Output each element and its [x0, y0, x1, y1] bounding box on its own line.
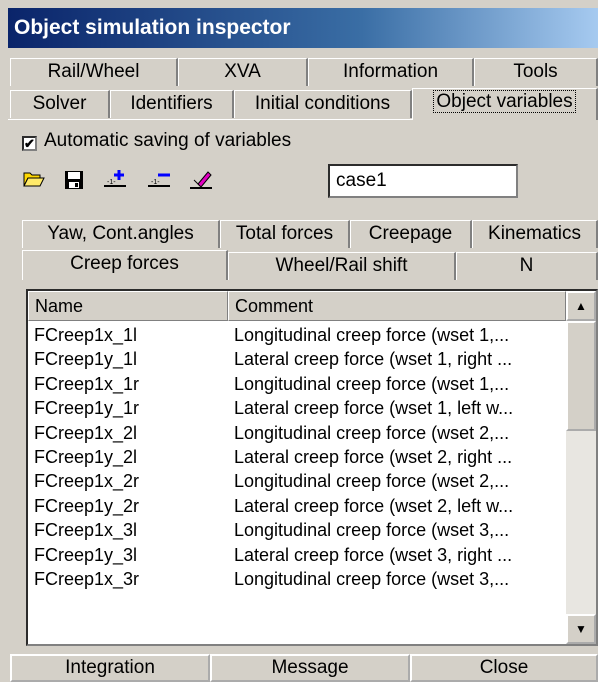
tab-solver[interactable]: Solver	[10, 90, 110, 118]
tab-label: Creep forces	[70, 253, 179, 274]
tab-label: Creepage	[368, 223, 453, 244]
tab-information[interactable]: Information	[308, 58, 474, 86]
autosave-label: Automatic saving of variables	[44, 130, 292, 151]
cell-comment: Longitudinal creep force (wset 2,...	[234, 422, 510, 443]
add-variable-icon[interactable]: -1-	[104, 168, 128, 192]
tab-initial-conditions[interactable]: Initial conditions	[234, 90, 412, 118]
tab-label: Kinematics	[488, 223, 581, 244]
cell-comment: Lateral creep force (wset 1, left w...	[234, 398, 514, 419]
case-name-input[interactable]: case1	[328, 164, 518, 198]
integration-button[interactable]: Integration	[10, 654, 210, 682]
tab-label: Information	[342, 61, 439, 82]
save-icon[interactable]	[62, 170, 86, 194]
scroll-up-button[interactable]: ▲	[566, 291, 596, 321]
subtab-total-forces[interactable]: Total forces	[220, 220, 350, 248]
tab-label: Object variables	[433, 90, 576, 113]
tab-label: Yaw, Cont.angles	[47, 223, 194, 244]
autosave-checkbox[interactable]: ✔	[22, 136, 37, 151]
tab-tools[interactable]: Tools	[474, 58, 598, 86]
tab-label: Solver	[32, 93, 87, 114]
cell-comment: Longitudinal creep force (wset 3,...	[234, 569, 510, 589]
subtab-creepage[interactable]: Creepage	[350, 220, 472, 248]
cell-name: FCreep1y_1r	[34, 398, 140, 419]
close-button[interactable]: Close	[410, 654, 598, 682]
cell-name: FCreep1x_2r	[34, 471, 140, 492]
subtab-kinematics[interactable]: Kinematics	[472, 220, 598, 248]
vertical-scrollbar[interactable]: ▲ ▼	[566, 291, 596, 644]
inspector-window: Object simulation inspector Rail/Wheel X…	[8, 8, 598, 682]
variables-list[interactable]: Name Comment FCreep1x_1l Longitudinal cre…	[26, 289, 598, 646]
message-button[interactable]: Message	[210, 654, 410, 682]
tab-label: N	[519, 255, 534, 276]
column-header-name[interactable]: Name	[28, 291, 228, 321]
window-title: Object simulation inspector	[8, 8, 598, 48]
cell-comment: Lateral creep force (wset 2, right ...	[234, 447, 513, 467]
cell-name: FCreep1y_1l	[34, 349, 138, 370]
cell-name: FCreep1y_2r	[34, 495, 140, 516]
subtab-n[interactable]: N	[456, 252, 598, 280]
cell-comment: Lateral creep force (wset 2, left w...	[234, 495, 514, 516]
scroll-thumb[interactable]	[566, 321, 596, 431]
tab-xva[interactable]: XVA	[178, 58, 308, 86]
tab-label: Wheel/Rail shift	[275, 255, 408, 276]
subtab-creep-forces[interactable]: Creep forces	[22, 250, 228, 280]
scroll-down-button[interactable]: ▼	[566, 614, 596, 644]
tab-rail-wheel[interactable]: Rail/Wheel	[10, 58, 178, 86]
subtab-wheel-rail-shift[interactable]: Wheel/Rail shift	[228, 252, 456, 280]
cell-comment: Longitudinal creep force (wset 1,...	[234, 325, 510, 345]
tab-label: Rail/Wheel	[47, 61, 140, 82]
tab-label: Total forces	[235, 223, 334, 244]
cell-name: FCreep1x_1l	[34, 325, 138, 345]
cell-name: FCreep1x_3l	[34, 520, 138, 541]
cell-comment: Longitudinal creep force (wset 2,...	[234, 471, 510, 492]
cell-comment: Lateral creep force (wset 1, right ...	[234, 349, 513, 370]
edit-variable-icon[interactable]	[190, 168, 214, 192]
cell-name: FCreep1x_1r	[34, 373, 140, 394]
remove-variable-icon[interactable]: -1-	[148, 168, 172, 192]
column-header-comment[interactable]: Comment	[228, 291, 566, 321]
tab-label: Initial conditions	[254, 93, 391, 114]
cell-comment: Longitudinal creep force (wset 1,...	[234, 373, 510, 394]
tab-object-variables[interactable]: Object variables	[412, 88, 598, 120]
tab-label: Identifiers	[130, 93, 213, 114]
subtab-yaw-cont-angles[interactable]: Yaw, Cont.angles	[22, 220, 220, 248]
cell-name: FCreep1y_3l	[34, 544, 138, 565]
tab-label: XVA	[224, 61, 261, 82]
cell-comment: Longitudinal creep force (wset 3,...	[234, 520, 510, 541]
cell-name: FCreep1x_3r	[34, 569, 140, 589]
svg-text:-1-: -1-	[107, 179, 116, 186]
folder-open-icon[interactable]	[22, 170, 46, 194]
tab-identifiers[interactable]: Identifiers	[110, 90, 234, 118]
cell-name: FCreep1y_2l	[34, 447, 138, 467]
cell-name: FCreep1x_2l	[34, 422, 138, 443]
cell-comment: Lateral creep force (wset 3, right ...	[234, 544, 513, 565]
svg-text:-1-: -1-	[151, 179, 160, 186]
tab-label: Tools	[513, 61, 558, 82]
panel-edge	[8, 119, 412, 120]
